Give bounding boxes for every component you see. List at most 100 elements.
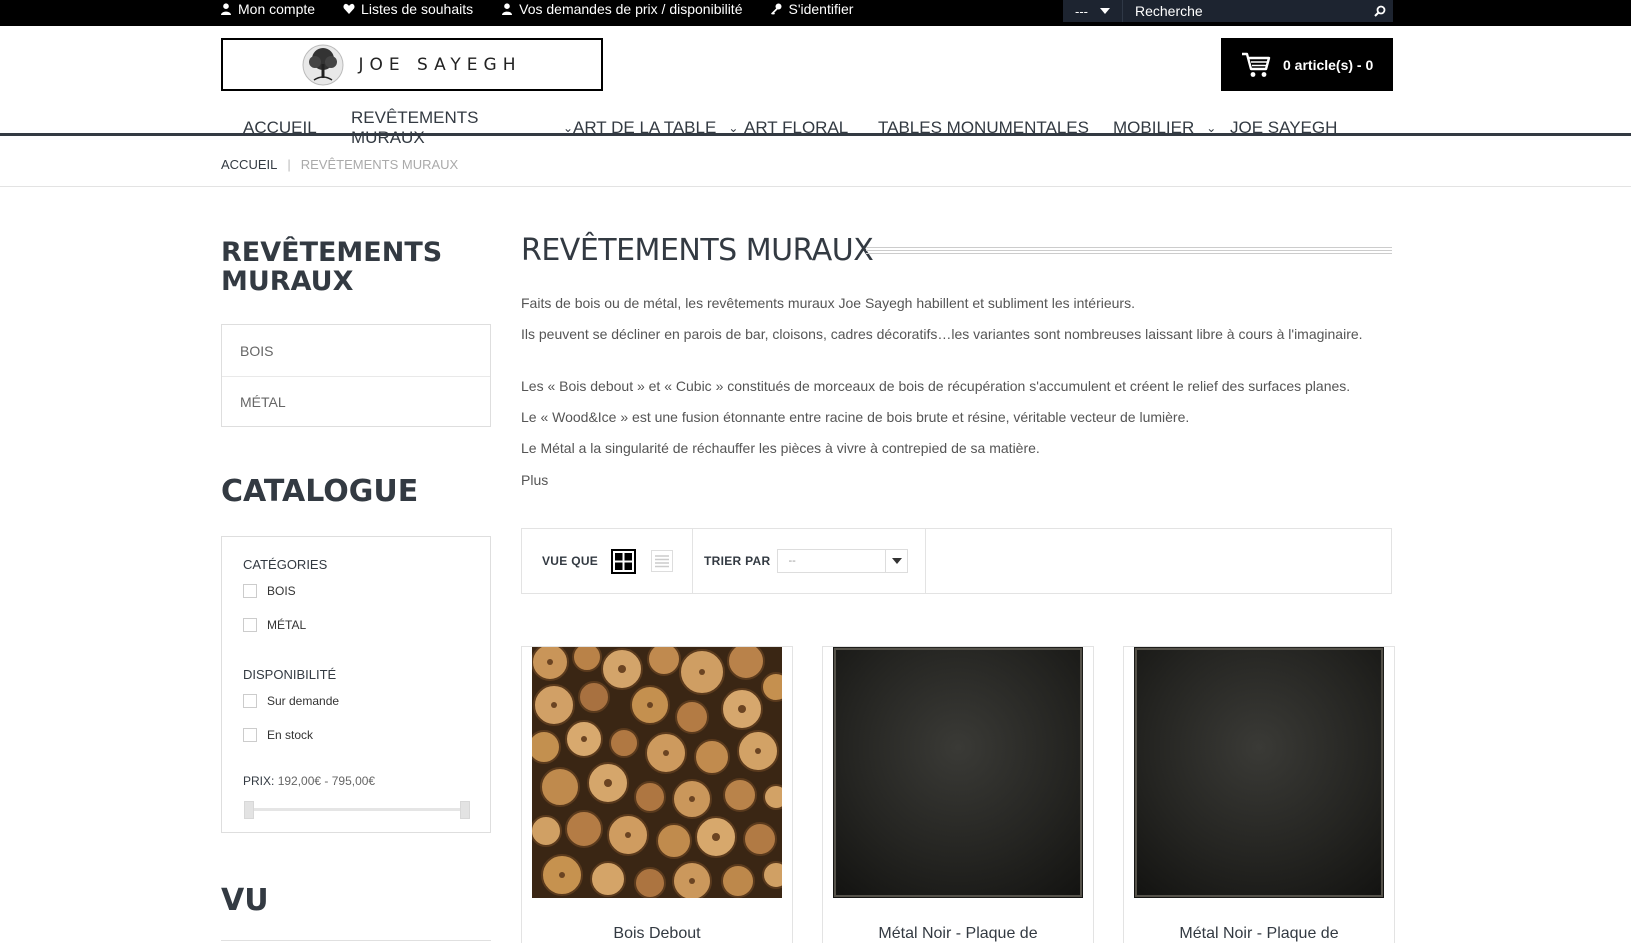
cart-button[interactable]: 0 article(s) - 0 <box>1221 38 1393 91</box>
more-link[interactable]: Plus <box>521 470 548 491</box>
price-requests-label: Vos demandes de prix / disponibilité <box>519 0 743 17</box>
breadcrumb-current: REVÊTEMENTS MURAUX <box>300 157 459 172</box>
filter-option-label: BOIS <box>267 584 296 598</box>
nav-item-label: TABLES MONUMENTALES <box>878 118 1089 137</box>
price-requests-link[interactable]: Vos demandes de prix / disponibilité <box>501 0 742 17</box>
slider-track <box>250 808 464 811</box>
price-range-slider[interactable] <box>244 801 470 819</box>
filter-availability-sur-demande[interactable]: Sur demande <box>243 694 339 708</box>
availability-filter-heading: DISPONIBILITÉ <box>243 667 337 682</box>
tree-logo-icon <box>302 44 344 85</box>
description-paragraph: Faits de bois ou de métal, les revêtemen… <box>521 295 1135 311</box>
categories-filter-heading: CATÉGORIES <box>243 557 328 572</box>
price-label: PRIX: <box>243 774 275 788</box>
description-paragraph: Le Métal a la singularité de réchauffer … <box>521 440 1040 456</box>
breadcrumb-home-link[interactable]: ACCUEIL <box>221 157 277 172</box>
nav-item-label: ACCUEIL <box>243 118 317 137</box>
nav-item-label: ART FLORAL <box>744 118 849 137</box>
user-icon <box>221 2 231 15</box>
subcategory-item-bois[interactable]: BOIS <box>222 325 490 376</box>
filter-availability-en-stock[interactable]: En stock <box>243 728 313 742</box>
search-button[interactable] <box>1367 0 1393 22</box>
product-toolbar: VUE QUE TRIER PAR -- <box>521 528 1392 594</box>
product-image[interactable] <box>532 647 782 898</box>
sort-value: -- <box>788 555 796 567</box>
catalogue-title: CATALOGUE <box>221 474 419 509</box>
main-nav: ACCUEIL REVÊTEMENTS MURAUX ⌄ ART DE LA TA… <box>0 100 1631 147</box>
my-account-label: Mon compte <box>238 0 316 17</box>
chevron-down-icon: ⌄ <box>562 121 573 135</box>
site-logo[interactable]: JOE SAYEGH <box>221 38 603 91</box>
heart-icon <box>343 3 355 14</box>
search-box: --- <box>1063 0 1393 22</box>
price-filter-label: PRIX: 192,00€ - 795,00€ <box>243 774 375 788</box>
sidebar-category-title: REVÊTEMENTS MURAUX <box>221 237 443 297</box>
list-icon <box>650 550 673 572</box>
nav-item-label: MOBILIER <box>1113 118 1195 137</box>
caret-down-icon <box>885 550 907 572</box>
chevron-down-icon: ⌄ <box>728 121 739 135</box>
logo-text: JOE SAYEGH <box>358 54 522 75</box>
wishlist-link[interactable]: Listes de souhaits <box>343 0 473 17</box>
breadcrumb: ACCUEIL | REVÊTEMENTS MURAUX <box>221 157 458 172</box>
checkbox[interactable] <box>243 584 257 598</box>
sort-select[interactable]: -- <box>777 549 909 573</box>
search-input[interactable] <box>1123 0 1367 22</box>
description-paragraph: Les « Bois debout » et « Cubic » constit… <box>521 378 1351 394</box>
grid-view-button[interactable] <box>611 548 637 574</box>
user-icon <box>502 2 513 15</box>
subcategory-item-metal[interactable]: MÉTAL <box>222 376 490 427</box>
search-category-value: --- <box>1075 3 1088 19</box>
product-card[interactable]: Métal Noir - Plaque de <box>822 646 1094 943</box>
filter-category-metal[interactable]: MÉTAL <box>243 618 306 632</box>
product-image[interactable] <box>833 647 1083 898</box>
product-image[interactable] <box>1134 647 1384 898</box>
product-card[interactable]: Métal Noir - Plaque de <box>1123 646 1395 943</box>
checkbox[interactable] <box>243 618 257 632</box>
checkbox[interactable] <box>243 728 257 742</box>
slider-max-handle[interactable] <box>460 801 470 819</box>
title-decoration <box>866 247 1392 255</box>
filter-option-label: Sur demande <box>267 694 340 708</box>
price-range-value: 192,00€ - 795,00€ <box>277 774 376 788</box>
recently-viewed-title: VU <box>221 883 269 918</box>
view-mode-label: VUE QUE <box>542 554 599 568</box>
list-view-button[interactable] <box>649 549 674 574</box>
my-account-link[interactable]: Mon compte <box>220 0 315 17</box>
description-paragraph: Le « Wood&Ice » est une fusion étonnante… <box>521 409 1190 425</box>
divider <box>221 940 491 941</box>
top-bar: Mon compte Listes de souhaits Vos demand… <box>0 0 1631 26</box>
page-title: REVÊTEMENTS MURAUX <box>521 233 874 268</box>
product-card[interactable]: Bois Debout <box>521 646 793 943</box>
filter-option-label: En stock <box>267 728 314 742</box>
search-category-select[interactable]: --- <box>1063 0 1123 22</box>
filter-option-label: MÉTAL <box>267 618 307 632</box>
nav-item-label: ART DE LA TABLE <box>573 118 717 137</box>
caret-down-icon <box>1100 8 1110 14</box>
account-links: Mon compte Listes de souhaits Vos demand… <box>220 0 853 17</box>
catalogue-filter-panel: CATÉGORIES BOIS MÉTAL DISPONIBILITÉ Sur … <box>221 536 491 833</box>
product-name[interactable]: Bois Debout <box>522 925 792 943</box>
shopping-cart-icon <box>1242 52 1271 77</box>
breadcrumb-bar: ACCUEIL | REVÊTEMENTS MURAUX <box>0 138 1631 187</box>
checkbox[interactable] <box>243 694 257 708</box>
subcategory-list: BOIS MÉTAL <box>221 324 491 427</box>
key-icon <box>771 3 782 15</box>
sort-group: TRIER PAR -- <box>693 529 926 593</box>
view-mode-group: VUE QUE <box>522 529 693 593</box>
grid-icon <box>615 552 633 570</box>
cart-summary: 0 article(s) - 0 <box>1283 56 1374 73</box>
product-name[interactable]: Métal Noir - Plaque de <box>1124 925 1394 943</box>
slider-min-handle[interactable] <box>244 801 254 819</box>
filter-category-bois[interactable]: BOIS <box>243 584 296 598</box>
chevron-down-icon: ⌄ <box>1206 121 1217 135</box>
description-paragraph: Ils peuvent se décliner en parois de bar… <box>521 326 1363 342</box>
product-name[interactable]: Métal Noir - Plaque de <box>823 925 1093 943</box>
login-link[interactable]: S'identifier <box>770 0 853 17</box>
nav-item-label: JOE SAYEGH <box>1230 118 1338 137</box>
wishlist-label: Listes de souhaits <box>361 0 474 17</box>
sort-label: TRIER PAR <box>704 554 771 568</box>
search-icon <box>1374 5 1386 17</box>
breadcrumb-separator: | <box>287 157 291 172</box>
login-label: S'identifier <box>788 0 854 17</box>
